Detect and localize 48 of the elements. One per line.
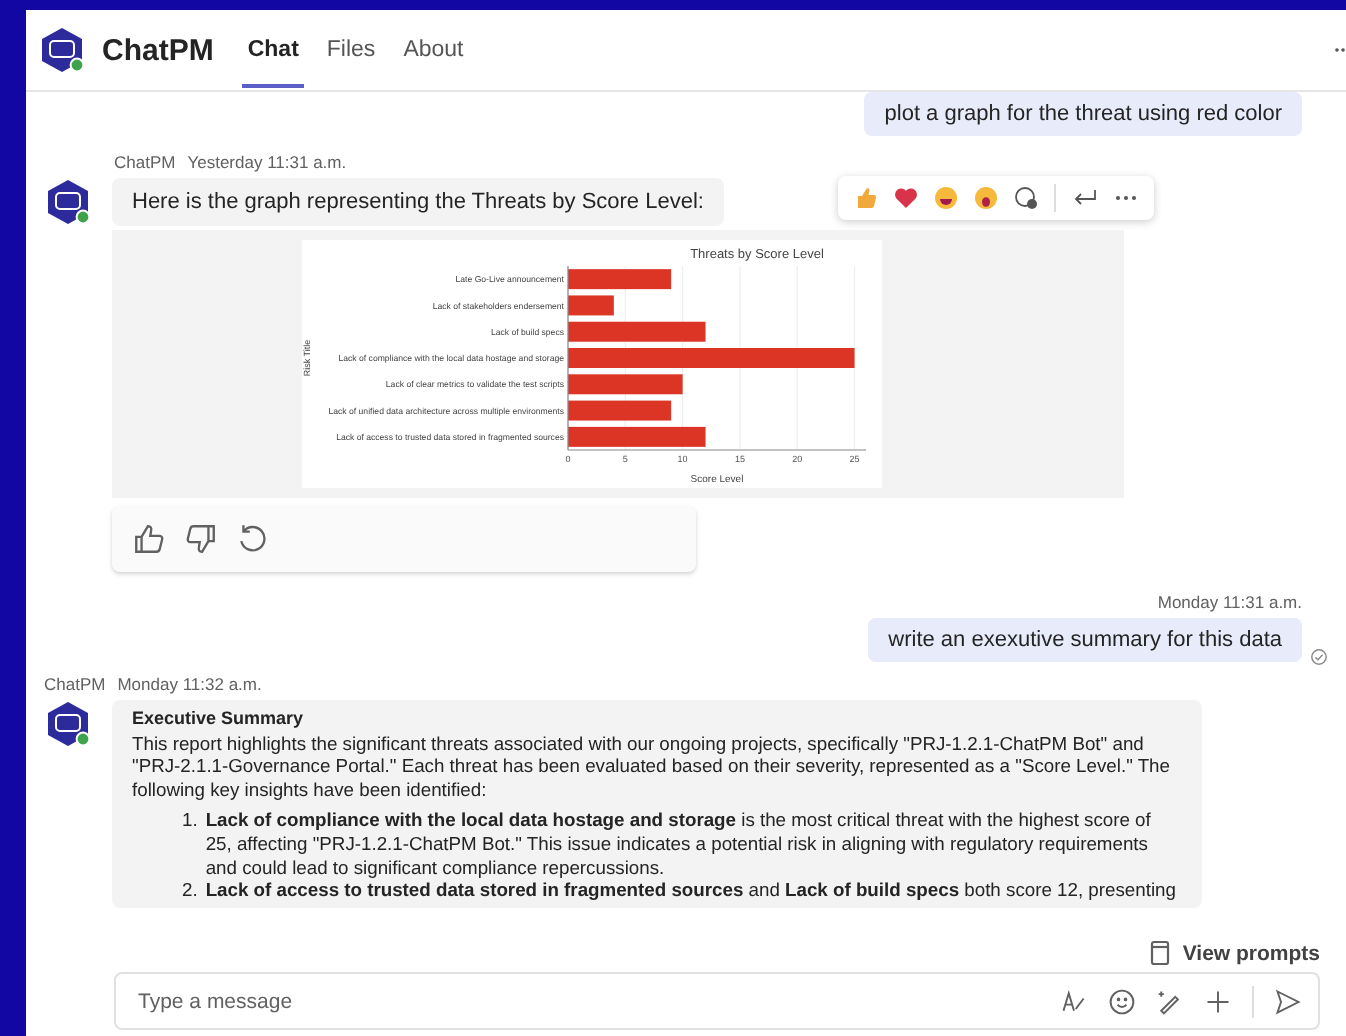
view-prompts-button[interactable]: View prompts: [1148, 940, 1320, 966]
message-composer[interactable]: Type a message: [114, 972, 1320, 1030]
bot-avatar-icon: [44, 178, 92, 226]
timestamp: Monday 11:31 a.m.: [1157, 592, 1302, 612]
list-item-text: Lack of access to trusted data stored in fragmented sources and Lack of build specs both score 12, presenting: [205, 878, 1176, 902]
bot-avatar-icon: [44, 700, 92, 748]
thumbs-down-icon[interactable]: [184, 522, 218, 556]
more-options-icon[interactable]: [1114, 194, 1138, 202]
bar: [568, 400, 672, 421]
tab[interactable]: Chat: [241, 12, 305, 88]
tab[interactable]: Files: [320, 12, 382, 88]
laughing-emoji-icon[interactable]: [934, 186, 958, 210]
heart-emoji-icon[interactable]: [894, 186, 918, 210]
add-reaction-icon[interactable]: [1014, 186, 1038, 210]
more-options-icon[interactable]: [1334, 46, 1346, 54]
tab[interactable]: About: [397, 12, 470, 88]
sender-name: ChatPM: [114, 152, 176, 172]
surprised-emoji-icon[interactable]: [974, 186, 998, 210]
sparkle-pen-icon[interactable]: [1156, 987, 1184, 1015]
summary-paragraph: This report highlights the significant threats associated with our ongoing projects, specifically "PRJ-1.2.1-ChatPM Bot" and "PRJ-2.1.1-Governance Portal." Each threat has been evaluated based on their severity, represented as a "Score Level." The following key insights have been identified:: [132, 731, 1172, 801]
sender-name: ChatPM: [44, 674, 106, 694]
bar: [568, 295, 614, 316]
timestamp: Yesterday 11:31 a.m.: [187, 152, 347, 172]
seen-check-icon: [1310, 648, 1328, 666]
emoji-icon[interactable]: [1108, 987, 1136, 1015]
bar: [568, 269, 672, 290]
bar: [568, 321, 706, 342]
send-icon[interactable]: [1274, 987, 1302, 1015]
bot-avatar-icon: [38, 26, 86, 74]
bot-message: Here is the graph representing the Threats by Score Level:: [112, 178, 724, 226]
list-number: 1.: [182, 808, 198, 835]
prompts-icon: [1148, 940, 1173, 966]
app-name: ChatPM: [102, 33, 214, 67]
format-icon[interactable]: [1060, 987, 1088, 1015]
reply-icon[interactable]: [1072, 186, 1098, 210]
bar: [568, 374, 683, 395]
thumbs-up-emoji-icon[interactable]: [854, 186, 878, 210]
list-item-text: Lack of compliance with the local data hostage and storage is the most critical threat with the highest score of 25, affecting "PRJ-1.2.1-ChatPM Bot." This issue indicates a potential risk in aligning with regulatory requirements and could lead to significant compliance repercussions.: [205, 808, 1153, 879]
user-message: write an exexutive summary for this data: [868, 618, 1302, 662]
timestamp: Monday 11:32 a.m.: [117, 674, 262, 694]
retry-icon[interactable]: [236, 522, 270, 556]
user-message: plot a graph for the threat using red color: [864, 92, 1302, 136]
message-input-field[interactable]: Type a message: [134, 987, 1040, 1015]
thumbs-up-icon[interactable]: [132, 522, 166, 556]
bar: [568, 426, 706, 447]
plus-icon[interactable]: [1204, 987, 1232, 1015]
summary-heading: Executive Summary: [132, 708, 306, 732]
list-number: 2.: [182, 878, 198, 902]
